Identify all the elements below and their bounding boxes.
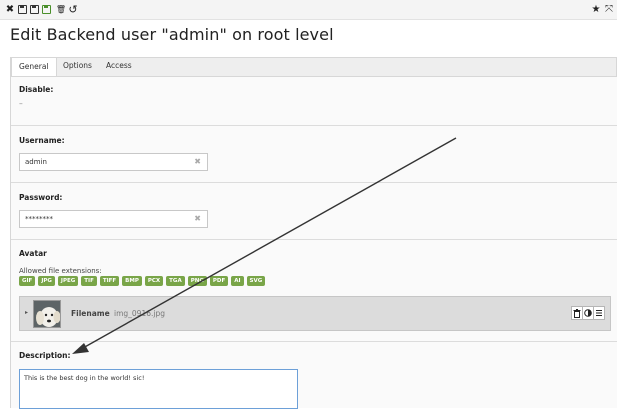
delete-icon[interactable]: 🗑 (55, 3, 67, 17)
username-value: admin (25, 158, 47, 166)
avatar-section: Avatar Allowed file extensions: GIF JPG … (11, 240, 617, 342)
description-textarea[interactable]: This is the best dog in the world! sic! (19, 369, 298, 409)
disable-label: Disable: (19, 85, 54, 94)
close-icon[interactable]: ✖ (4, 3, 16, 17)
password-section: Password: ******** ✖ (11, 183, 617, 240)
extension-badge: AI (231, 276, 244, 286)
module-docheader: ✖ 🗑 ↺ ★ ⤧ (0, 0, 617, 20)
username-section: Username: admin ✖ (11, 126, 617, 183)
extension-badge: TIF (81, 276, 97, 286)
extension-badge: TGA (166, 276, 185, 286)
extension-badge: PNG (187, 276, 207, 286)
clear-icon[interactable]: ✖ (194, 154, 201, 170)
extension-badge: JPG (38, 276, 55, 286)
extension-badge: BMP (122, 276, 142, 286)
file-actions (571, 306, 605, 320)
save-icon[interactable] (16, 3, 28, 17)
password-label: Password: (19, 193, 63, 202)
bookmark-icon[interactable]: ★ (590, 3, 602, 17)
password-value: ******** (25, 215, 53, 223)
form-panel: Disable: – Username: admin ✖ Password: *… (10, 76, 617, 409)
avatar-label: Avatar (19, 249, 47, 258)
tab-access[interactable]: Access (99, 57, 139, 77)
password-input[interactable]: ******** ✖ (19, 210, 208, 228)
disable-value: – (19, 99, 23, 108)
extension-badge: SVG (246, 276, 266, 286)
undo-icon[interactable]: ↺ (67, 3, 79, 17)
tab-options[interactable]: Options (56, 57, 99, 77)
username-label: Username: (19, 136, 65, 145)
extension-badge: TIFF (99, 276, 120, 286)
filename-label: Filename (71, 309, 110, 318)
allowed-extensions-label: Allowed file extensions: (19, 267, 102, 275)
description-section: Description: This is the best dog in the… (11, 342, 617, 412)
save-and-view-icon[interactable] (28, 3, 40, 17)
filename-value: img_0916.jpg (114, 309, 165, 318)
clear-icon[interactable]: ✖ (194, 211, 201, 227)
extension-badge: JPEG (57, 276, 79, 286)
disable-section: Disable: – (11, 77, 617, 126)
tab-bar: General Options Access (10, 57, 617, 77)
extension-badges: GIF JPG JPEG TIF TIFF BMP PCX TGA PNG PD… (19, 276, 266, 286)
file-reference-row[interactable]: ▸ Filename img_0916.jpg (19, 296, 611, 331)
menu-icon[interactable] (593, 306, 605, 320)
fullscreen-icon[interactable]: ⤧ (603, 3, 615, 17)
extension-badge: PCX (144, 276, 164, 286)
extension-badge: PDF (209, 276, 229, 286)
save-and-new-icon[interactable] (40, 3, 52, 17)
extension-badge: GIF (19, 276, 36, 286)
expand-caret-icon[interactable]: ▸ (25, 309, 28, 316)
tab-general[interactable]: General (11, 57, 57, 77)
description-label: Description: (19, 351, 71, 360)
page-title: Edit Backend user "admin" on root level (10, 25, 334, 44)
avatar-thumbnail (33, 300, 61, 328)
username-input[interactable]: admin ✖ (19, 153, 208, 171)
